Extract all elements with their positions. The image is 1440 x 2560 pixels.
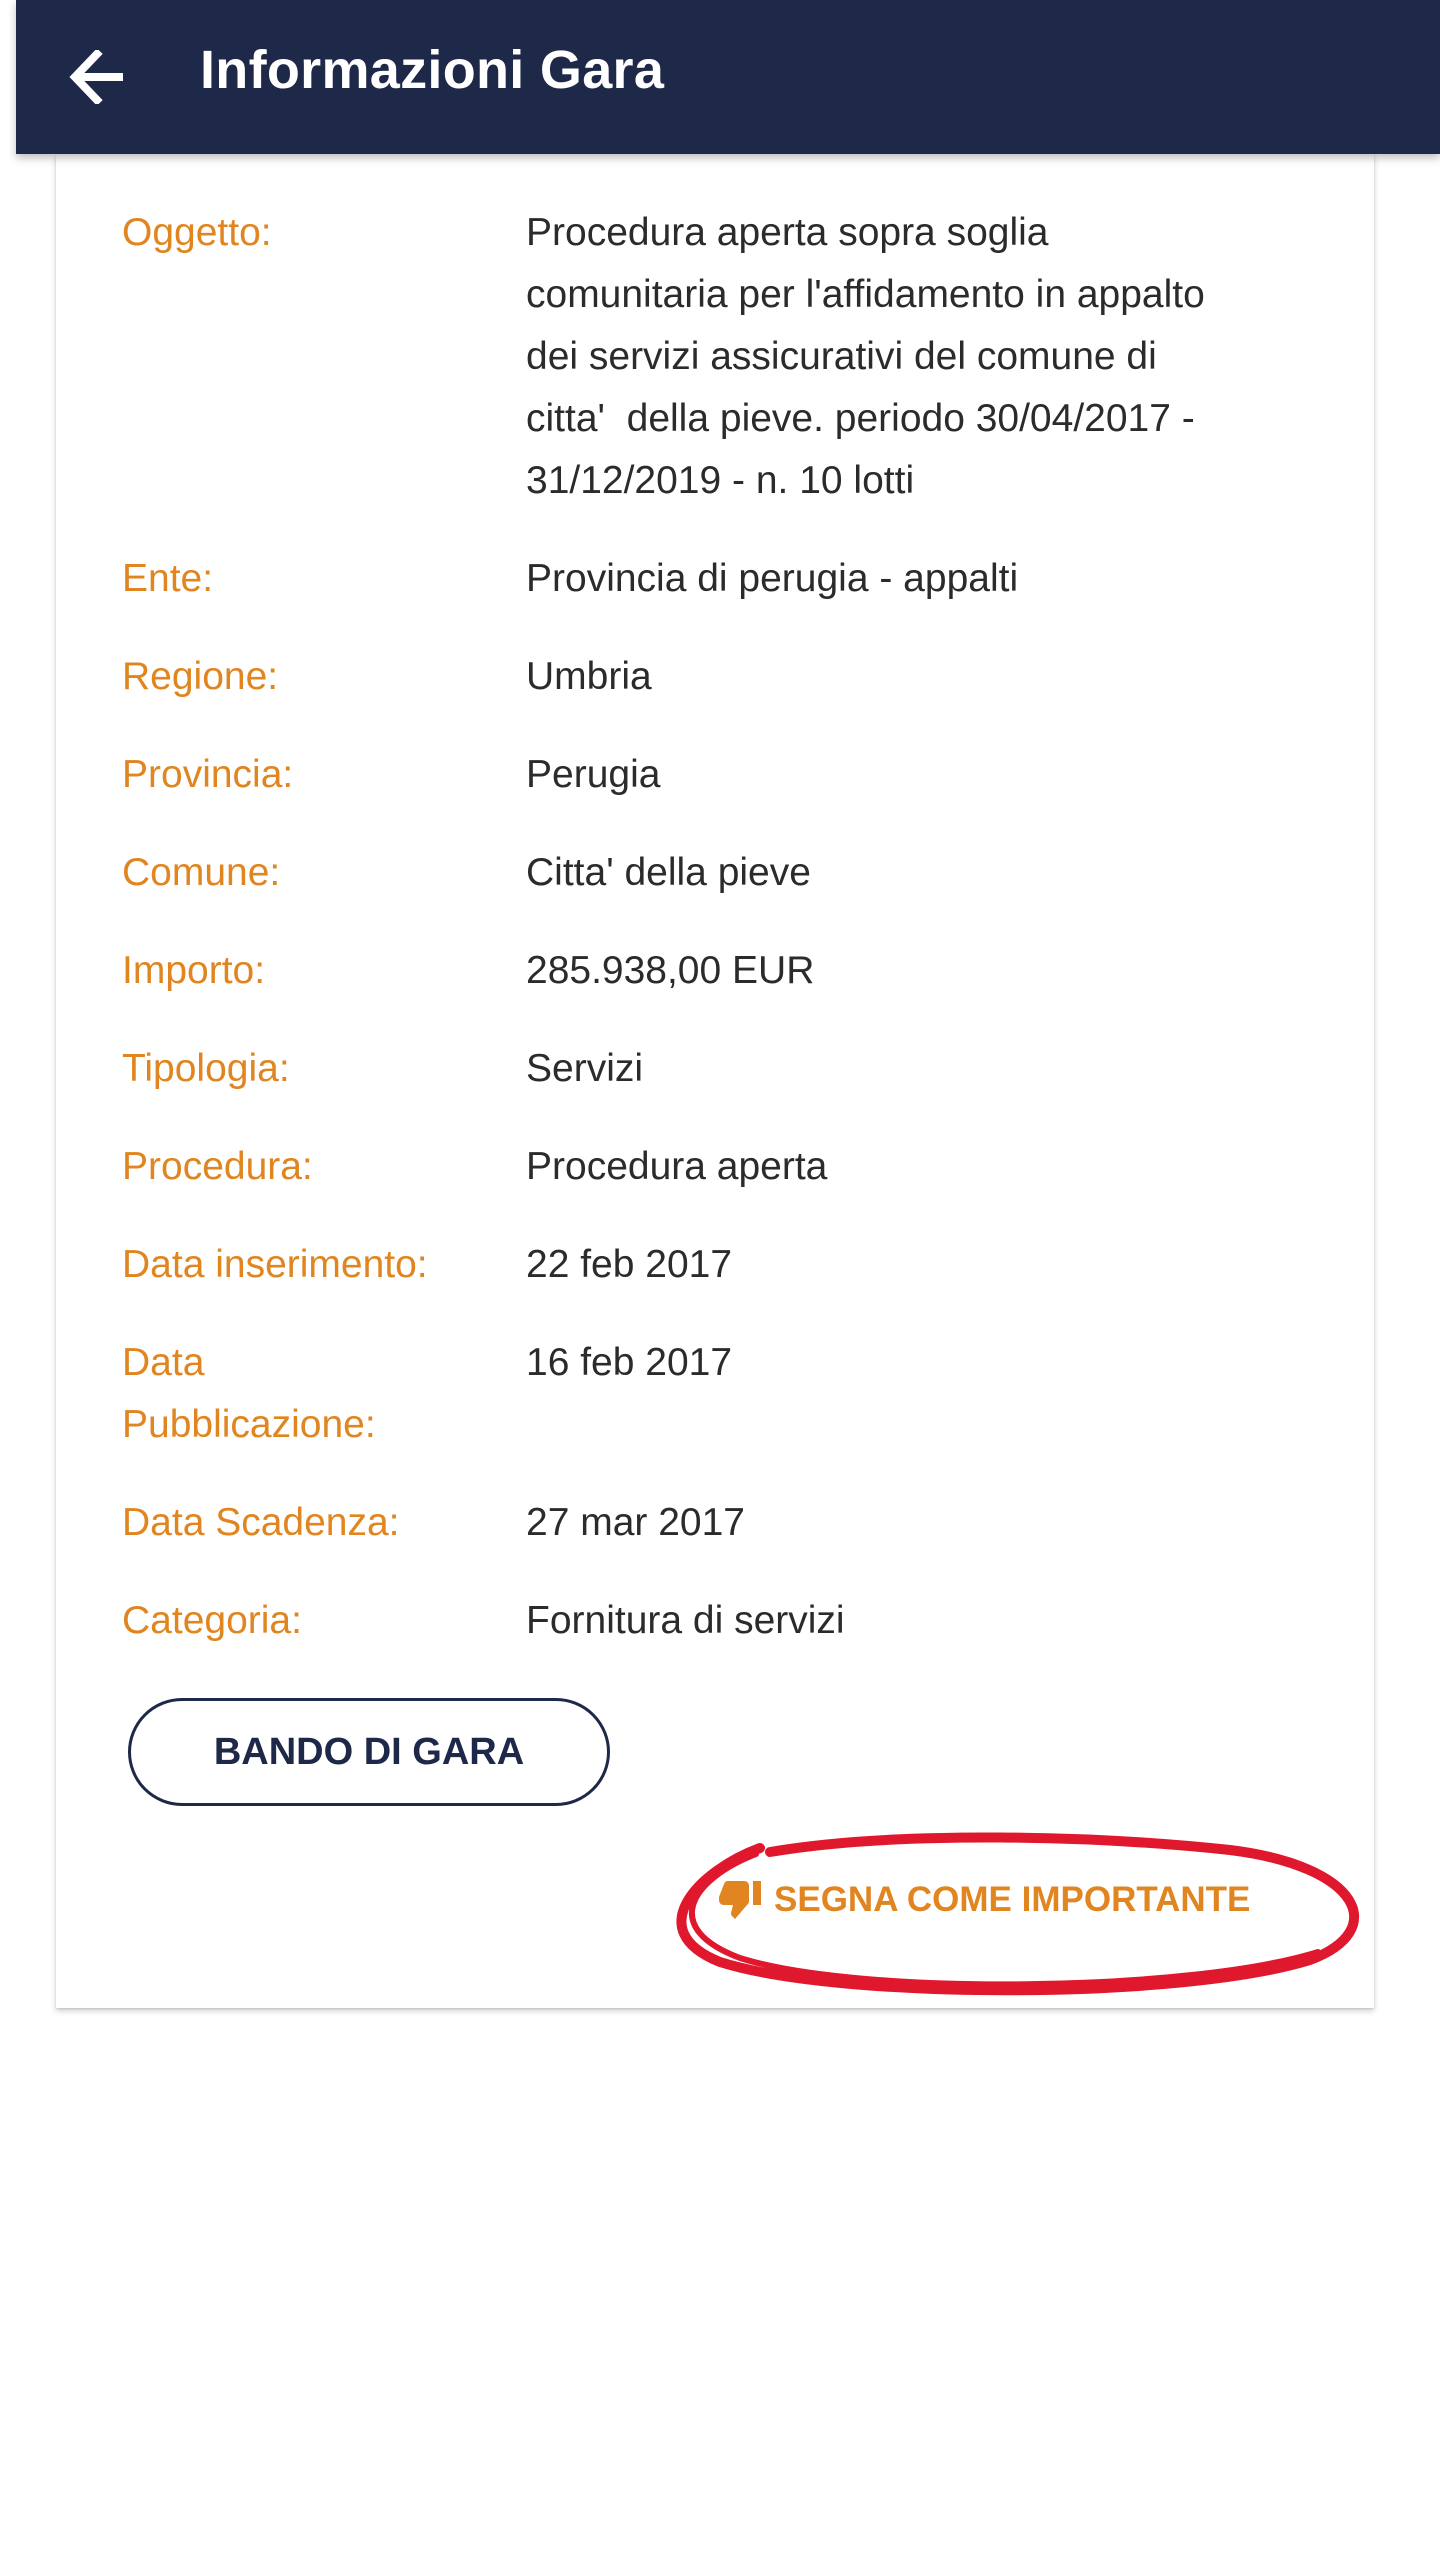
detail-row-data-pubblicazione: Data Pubblicazione: 16 feb 2017 (122, 1332, 1322, 1456)
importo-value: 285.938,00 EUR (526, 949, 815, 992)
comune-label: Comune: (122, 851, 281, 894)
data-pubblicazione-label-line: Pubblicazione: (122, 1403, 376, 1446)
detail-row-importo: Importo: 285.938,00 EUR (122, 940, 1322, 1002)
detail-row-comune: Comune: Citta' della pieve (122, 842, 1322, 904)
app-bar: Informazioni Gara (16, 0, 1440, 154)
oggetto-line: 31/12/2019 - n. 10 lotti (526, 459, 915, 502)
back-button[interactable] (56, 36, 138, 118)
details-list: Oggetto: Procedura aperta sopra soglia c… (122, 202, 1322, 1688)
comune-value: Citta' della pieve (526, 851, 811, 894)
importo-label: Importo: (122, 949, 266, 992)
provincia-value: Perugia (526, 753, 661, 796)
detail-row-ente: Ente: Provincia di perugia - appalti (122, 548, 1322, 610)
bando-di-gara-button[interactable]: BANDO DI GARA (128, 1698, 610, 1806)
data-pubblicazione-label-line: Data (122, 1341, 205, 1384)
data-scadenza-label: Data Scadenza: (122, 1501, 400, 1544)
ente-value: Provincia di perugia - appalti (526, 557, 1019, 600)
procedura-value: Procedura aperta (526, 1145, 828, 1188)
oggetto-line: comunitaria per l'affidamento in appalto (526, 273, 1205, 316)
oggetto-value: Procedura aperta sopra soglia comunitari… (526, 202, 1322, 512)
data-inserimento-value: 22 feb 2017 (526, 1243, 733, 1286)
arrow-left-icon (69, 50, 123, 104)
oggetto-line: dei servizi assicurativi del comune di (526, 335, 1157, 378)
regione-value: Umbria (526, 655, 652, 698)
detail-row-tipologia: Tipologia: Servizi (122, 1038, 1322, 1100)
procedura-label: Procedura: (122, 1145, 313, 1188)
oggetto-label: Oggetto: (122, 211, 272, 254)
mark-important-label: SEGNA COME IMPORTANTE (774, 1880, 1251, 1919)
detail-row-data-scadenza: Data Scadenza: 27 mar 2017 (122, 1492, 1322, 1554)
thumbs-down-icon (719, 1881, 761, 1919)
data-scadenza-value: 27 mar 2017 (526, 1501, 745, 1544)
categoria-label: Categoria: (122, 1599, 302, 1642)
oggetto-line: Procedura aperta sopra soglia (526, 211, 1049, 254)
categoria-value: Fornitura di servizi (526, 1599, 845, 1642)
tipologia-value: Servizi (526, 1047, 644, 1090)
provincia-label: Provincia: (122, 753, 294, 796)
detail-row-categoria: Categoria: Fornitura di servizi (122, 1590, 1322, 1652)
tender-details-card: Oggetto: Procedura aperta sopra soglia c… (56, 154, 1374, 2008)
detail-row-oggetto: Oggetto: Procedura aperta sopra soglia c… (122, 202, 1322, 512)
data-inserimento-label: Data inserimento: (122, 1243, 428, 1286)
detail-row-provincia: Provincia: Perugia (122, 744, 1322, 806)
mark-important-button[interactable]: SEGNA COME IMPORTANTE (718, 1870, 1250, 1930)
page-title: Informazioni Gara (200, 40, 665, 100)
detail-row-regione: Regione: Umbria (122, 646, 1322, 708)
data-pubblicazione-value: 16 feb 2017 (526, 1341, 733, 1384)
data-pubblicazione-label: Data Pubblicazione: (122, 1332, 526, 1456)
regione-label: Regione: (122, 655, 279, 698)
detail-row-data-inserimento: Data inserimento: 22 feb 2017 (122, 1234, 1322, 1296)
detail-row-procedura: Procedura: Procedura aperta (122, 1136, 1322, 1198)
ente-label: Ente: (122, 557, 214, 600)
oggetto-line: citta' della pieve. periodo 30/04/2017 - (526, 397, 1195, 440)
tipologia-label: Tipologia: (122, 1047, 290, 1090)
